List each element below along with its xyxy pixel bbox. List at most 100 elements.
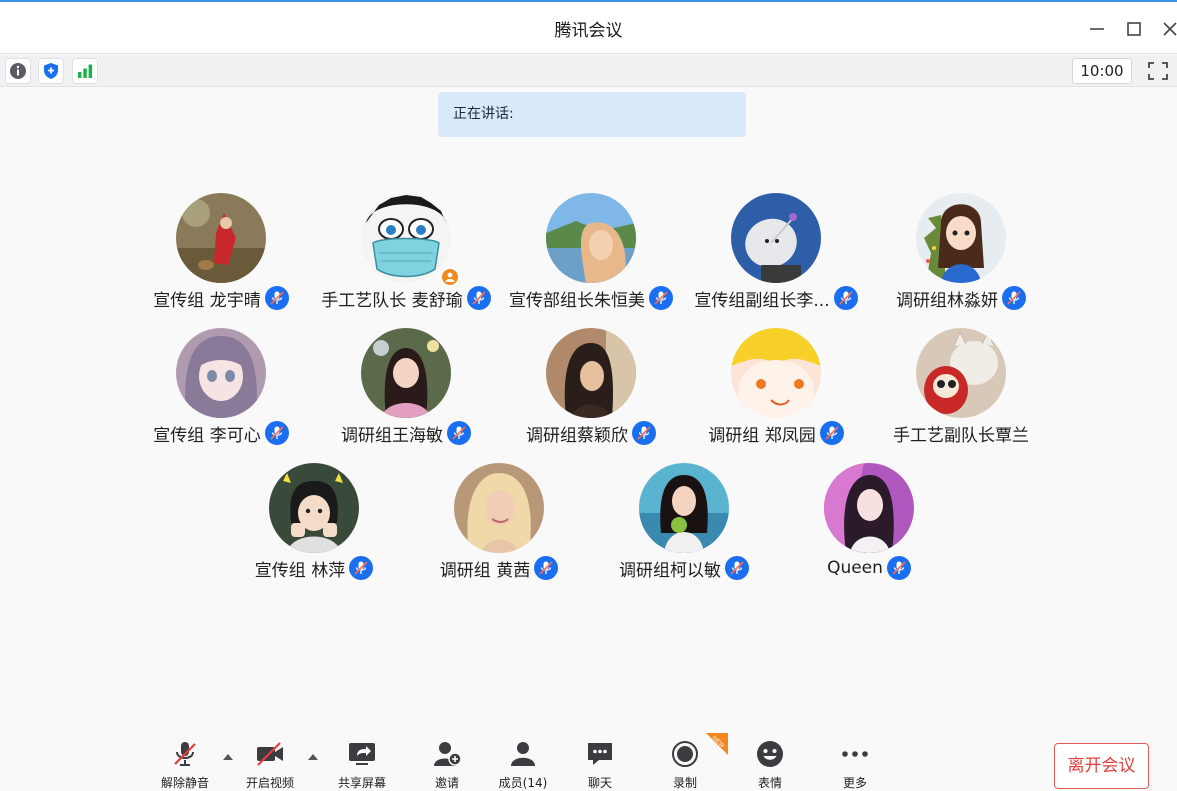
- host-user-icon: [445, 272, 455, 282]
- status-bar: 10:00: [0, 55, 1177, 87]
- caret-up-icon: [308, 754, 318, 760]
- participant-name-row: 手工艺副队长覃兰: [831, 420, 1091, 446]
- avatar-image: [546, 328, 636, 418]
- network-status-button[interactable]: [72, 58, 98, 84]
- avatar: [546, 328, 636, 418]
- title-bar: 腾讯会议: [0, 2, 1177, 54]
- mic-muted-icon: [886, 556, 911, 580]
- avatar-image: [176, 328, 266, 418]
- avatar-image: [824, 463, 914, 553]
- chat-button[interactable]: 聊天: [565, 740, 635, 790]
- avatar-image: [454, 463, 544, 553]
- mic-off-icon: [174, 742, 196, 766]
- participant-name-row: 调研组林淼妍: [831, 285, 1091, 311]
- avatar: [546, 193, 636, 283]
- participant-name: 手工艺队长 麦舒瑜: [321, 290, 463, 311]
- participant-name: 宣传组 龙宇晴: [153, 290, 261, 311]
- chat-label: 聊天: [587, 776, 612, 790]
- unmute-button[interactable]: 解除静音: [150, 740, 220, 790]
- avatar: [731, 193, 821, 283]
- avatar: [731, 328, 821, 418]
- video-options-caret[interactable]: [306, 749, 320, 763]
- close-button[interactable]: [1158, 16, 1177, 40]
- chat-bubble-icon: [588, 743, 612, 765]
- participant-name-row: Queen: [739, 555, 999, 581]
- signal-bars-icon: [78, 64, 93, 78]
- participant-name: 调研组林淼妍: [896, 290, 998, 311]
- minimize-icon: [1090, 28, 1104, 30]
- maximize-icon: [1127, 22, 1141, 36]
- participant-name: 调研组蔡颖欣: [526, 425, 628, 446]
- share-screen-button[interactable]: 共享屏幕: [327, 740, 397, 790]
- avatar-image: [639, 463, 729, 553]
- start-video-button[interactable]: 开启视频: [235, 740, 305, 790]
- reactions-button[interactable]: 表情: [735, 740, 805, 790]
- reactions-label: 表情: [757, 776, 782, 790]
- avatar: [361, 193, 451, 283]
- info-icon: [10, 63, 26, 79]
- avatar: [176, 193, 266, 283]
- avatar: [916, 193, 1006, 283]
- participant-name: 调研组 黄茜: [439, 560, 531, 581]
- meeting-clock: 10:00: [1072, 58, 1132, 84]
- participant-name: 调研组王海敏: [341, 425, 443, 446]
- share-screen-icon: [349, 743, 375, 765]
- participant-name: 宣传部组长朱恒美: [509, 290, 645, 311]
- participant-name: 调研组 郑凤园: [708, 425, 816, 446]
- participant-name: 调研组柯以敏: [619, 560, 721, 581]
- unmute-label: 解除静音: [160, 776, 209, 790]
- audio-options-caret[interactable]: [221, 749, 235, 763]
- participant-name: Queen: [827, 558, 883, 578]
- avatar: [454, 463, 544, 553]
- record-label: 录制: [672, 776, 697, 790]
- security-button[interactable]: [38, 58, 64, 84]
- minimize-button[interactable]: [1085, 16, 1109, 40]
- participant-name: 手工艺副队长覃兰: [893, 425, 1029, 446]
- smiley-icon: [757, 741, 783, 767]
- avatar: [639, 463, 729, 553]
- start-video-label: 开启视频: [245, 776, 294, 790]
- members-icon: [511, 742, 535, 766]
- avatar: [176, 328, 266, 418]
- maximize-button[interactable]: [1122, 16, 1146, 40]
- participant-tile[interactable]: 手工艺副队长覃兰: [861, 328, 1061, 448]
- participant-tile[interactable]: 调研组林淼妍: [861, 193, 1061, 313]
- shield-icon: [44, 63, 58, 79]
- record-icon: [672, 741, 698, 767]
- share-screen-label: 共享屏幕: [337, 776, 386, 790]
- caret-up-icon: [223, 754, 233, 760]
- window-title: 腾讯会议: [554, 21, 623, 41]
- speaking-indicator: 正在讲话:: [438, 92, 746, 137]
- more-label: 更多: [842, 776, 867, 790]
- avatar: [916, 328, 1006, 418]
- avatar-image: [731, 328, 821, 418]
- avatar-image: [916, 328, 1006, 418]
- invite-button[interactable]: 邀请: [412, 740, 482, 790]
- host-badge: [440, 267, 460, 287]
- participant-name: 宣传组副组长李...: [694, 290, 830, 311]
- more-button[interactable]: 更多: [820, 740, 890, 790]
- participant-tile[interactable]: Queen: [769, 463, 969, 583]
- avatar: [824, 463, 914, 553]
- avatar: [269, 463, 359, 553]
- add-user-icon: [434, 742, 462, 766]
- avatar-image: [916, 193, 1006, 283]
- avatar: [361, 328, 451, 418]
- avatar-image: [361, 328, 451, 418]
- avatar-image: [546, 193, 636, 283]
- mic-muted-icon: [1002, 286, 1026, 310]
- avatar-image: [361, 193, 451, 283]
- more-dots-icon: [842, 751, 868, 757]
- members-button[interactable]: 成员(14): [488, 740, 558, 790]
- fullscreen-button[interactable]: [1146, 60, 1170, 82]
- camera-off-icon: [257, 742, 283, 766]
- close-icon: [1163, 22, 1177, 36]
- fullscreen-icon: [1148, 62, 1168, 80]
- new-badge: NEW: [700, 733, 728, 761]
- leave-meeting-button[interactable]: 离开会议: [1054, 743, 1149, 789]
- participant-name: 宣传组 李可心: [153, 425, 261, 446]
- members-label: 成员(14): [498, 776, 548, 790]
- meeting-toolbar: 解除静音 开启视频 共享屏幕 邀请 成员(14) 聊天 录制 NEW 表情 更多: [0, 733, 1177, 791]
- meeting-info-button[interactable]: [5, 58, 31, 84]
- avatar-image: [269, 463, 359, 553]
